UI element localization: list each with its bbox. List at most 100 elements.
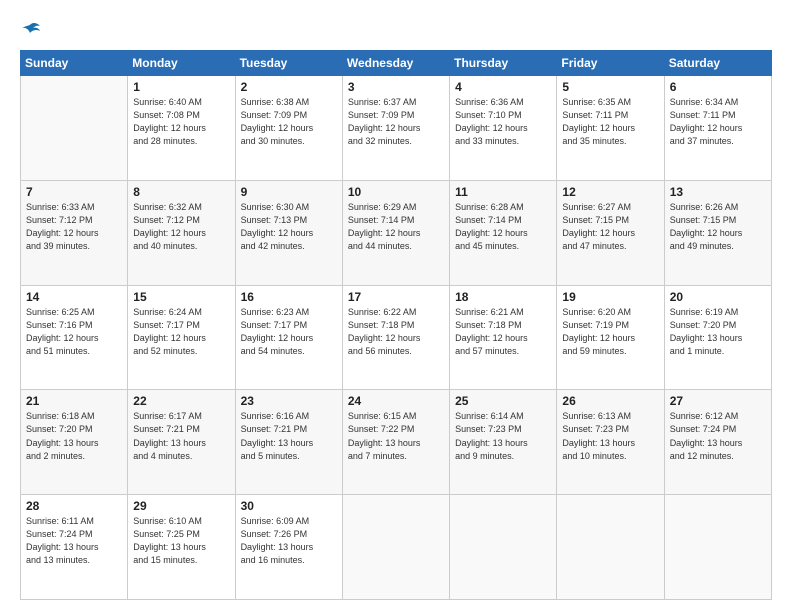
calendar-cell — [342, 495, 449, 600]
calendar-cell — [664, 495, 771, 600]
day-number: 29 — [133, 499, 229, 513]
day-info: Sunrise: 6:22 AM Sunset: 7:18 PM Dayligh… — [348, 306, 444, 358]
calendar-cell: 10 Sunrise: 6:29 AM Sunset: 7:14 PM Dayli… — [342, 180, 449, 285]
day-number: 19 — [562, 290, 658, 304]
calendar-week-4: 21 Sunrise: 6:18 AM Sunset: 7:20 PM Dayli… — [21, 390, 772, 495]
calendar-cell: 11 Sunrise: 6:28 AM Sunset: 7:14 PM Dayli… — [450, 180, 557, 285]
day-number: 27 — [670, 394, 766, 408]
day-number: 25 — [455, 394, 551, 408]
calendar-cell: 9 Sunrise: 6:30 AM Sunset: 7:13 PM Daylig… — [235, 180, 342, 285]
day-number: 21 — [26, 394, 122, 408]
day-info: Sunrise: 6:20 AM Sunset: 7:19 PM Dayligh… — [562, 306, 658, 358]
calendar-cell: 14Sunrise: 6:25 AM Sunset: 7:16 PM Dayli… — [21, 285, 128, 390]
calendar-cell: 12 Sunrise: 6:27 AM Sunset: 7:15 PM Dayli… — [557, 180, 664, 285]
day-info: Sunrise: 6:17 AM Sunset: 7:21 PM Dayligh… — [133, 410, 229, 462]
day-info: Sunrise: 6:16 AM Sunset: 7:21 PM Dayligh… — [241, 410, 337, 462]
day-number: 17 — [348, 290, 444, 304]
day-number: 16 — [241, 290, 337, 304]
day-info: Sunrise: 6:33 AM Sunset: 7:12 PM Dayligh… — [26, 201, 122, 253]
calendar-cell: 24 Sunrise: 6:15 AM Sunset: 7:22 PM Dayli… — [342, 390, 449, 495]
calendar-cell: 7 Sunrise: 6:33 AM Sunset: 7:12 PM Daylig… — [21, 180, 128, 285]
day-number: 8 — [133, 185, 229, 199]
weekday-header-thursday: Thursday — [450, 51, 557, 76]
day-info: Sunrise: 6:10 AM Sunset: 7:25 PM Dayligh… — [133, 515, 229, 567]
day-number: 1 — [133, 80, 229, 94]
calendar-cell: 16 Sunrise: 6:23 AM Sunset: 7:17 PM Dayli… — [235, 285, 342, 390]
day-number: 22 — [133, 394, 229, 408]
day-number: 15 — [133, 290, 229, 304]
day-info: Sunrise: 6:23 AM Sunset: 7:17 PM Dayligh… — [241, 306, 337, 358]
day-info: Sunrise: 6:28 AM Sunset: 7:14 PM Dayligh… — [455, 201, 551, 253]
weekday-header-tuesday: Tuesday — [235, 51, 342, 76]
day-info: Sunrise: 6:18 AM Sunset: 7:20 PM Dayligh… — [26, 410, 122, 462]
day-info: Sunrise: 6:11 AM Sunset: 7:24 PM Dayligh… — [26, 515, 122, 567]
day-number: 20 — [670, 290, 766, 304]
calendar-cell: 28 Sunrise: 6:11 AM Sunset: 7:24 PM Dayli… — [21, 495, 128, 600]
logo — [20, 16, 42, 40]
calendar-cell: 27 Sunrise: 6:12 AM Sunset: 7:24 PM Dayli… — [664, 390, 771, 495]
calendar-cell: 8 Sunrise: 6:32 AM Sunset: 7:12 PM Daylig… — [128, 180, 235, 285]
calendar-cell: 3 Sunrise: 6:37 AM Sunset: 7:09 PM Daylig… — [342, 76, 449, 181]
day-info: Sunrise: 6:38 AM Sunset: 7:09 PM Dayligh… — [241, 96, 337, 148]
day-number: 10 — [348, 185, 444, 199]
calendar-cell: 18 Sunrise: 6:21 AM Sunset: 7:18 PM Dayli… — [450, 285, 557, 390]
calendar-week-3: 14Sunrise: 6:25 AM Sunset: 7:16 PM Dayli… — [21, 285, 772, 390]
logo-bird-icon — [21, 22, 41, 36]
day-info: Sunrise: 6:13 AM Sunset: 7:23 PM Dayligh… — [562, 410, 658, 462]
calendar-cell: 2 Sunrise: 6:38 AM Sunset: 7:09 PM Daylig… — [235, 76, 342, 181]
calendar-cell: 21 Sunrise: 6:18 AM Sunset: 7:20 PM Dayli… — [21, 390, 128, 495]
weekday-header-saturday: Saturday — [664, 51, 771, 76]
calendar-cell: 4Sunrise: 6:36 AM Sunset: 7:10 PM Daylig… — [450, 76, 557, 181]
day-info: Sunrise: 6:29 AM Sunset: 7:14 PM Dayligh… — [348, 201, 444, 253]
day-info: Sunrise: 6:19 AM Sunset: 7:20 PM Dayligh… — [670, 306, 766, 358]
day-info: Sunrise: 6:25 AM Sunset: 7:16 PM Dayligh… — [26, 306, 122, 358]
day-info: Sunrise: 6:09 AM Sunset: 7:26 PM Dayligh… — [241, 515, 337, 567]
day-info: Sunrise: 6:21 AM Sunset: 7:18 PM Dayligh… — [455, 306, 551, 358]
calendar-cell: 19 Sunrise: 6:20 AM Sunset: 7:19 PM Dayli… — [557, 285, 664, 390]
calendar-body: 1 Sunrise: 6:40 AM Sunset: 7:08 PM Daylig… — [21, 76, 772, 600]
calendar-cell: 1 Sunrise: 6:40 AM Sunset: 7:08 PM Daylig… — [128, 76, 235, 181]
weekday-header-wednesday: Wednesday — [342, 51, 449, 76]
day-info: Sunrise: 6:15 AM Sunset: 7:22 PM Dayligh… — [348, 410, 444, 462]
day-info: Sunrise: 6:14 AM Sunset: 7:23 PM Dayligh… — [455, 410, 551, 462]
calendar-week-1: 1 Sunrise: 6:40 AM Sunset: 7:08 PM Daylig… — [21, 76, 772, 181]
day-number: 7 — [26, 185, 122, 199]
day-number: 18 — [455, 290, 551, 304]
day-number: 3 — [348, 80, 444, 94]
calendar-cell: 22 Sunrise: 6:17 AM Sunset: 7:21 PM Dayli… — [128, 390, 235, 495]
calendar-cell: 26 Sunrise: 6:13 AM Sunset: 7:23 PM Dayli… — [557, 390, 664, 495]
calendar-week-2: 7 Sunrise: 6:33 AM Sunset: 7:12 PM Daylig… — [21, 180, 772, 285]
weekday-header-friday: Friday — [557, 51, 664, 76]
calendar-cell: 29 Sunrise: 6:10 AM Sunset: 7:25 PM Dayli… — [128, 495, 235, 600]
day-info: Sunrise: 6:30 AM Sunset: 7:13 PM Dayligh… — [241, 201, 337, 253]
day-info: Sunrise: 6:37 AM Sunset: 7:09 PM Dayligh… — [348, 96, 444, 148]
day-info: Sunrise: 6:24 AM Sunset: 7:17 PM Dayligh… — [133, 306, 229, 358]
day-info: Sunrise: 6:40 AM Sunset: 7:08 PM Dayligh… — [133, 96, 229, 148]
calendar-cell — [21, 76, 128, 181]
day-info: Sunrise: 6:27 AM Sunset: 7:15 PM Dayligh… — [562, 201, 658, 253]
weekday-header-sunday: Sunday — [21, 51, 128, 76]
day-number: 2 — [241, 80, 337, 94]
day-info: Sunrise: 6:32 AM Sunset: 7:12 PM Dayligh… — [133, 201, 229, 253]
header — [20, 16, 772, 40]
calendar-cell: 13Sunrise: 6:26 AM Sunset: 7:15 PM Dayli… — [664, 180, 771, 285]
calendar-cell: 5Sunrise: 6:35 AM Sunset: 7:11 PM Daylig… — [557, 76, 664, 181]
day-number: 23 — [241, 394, 337, 408]
calendar-week-5: 28 Sunrise: 6:11 AM Sunset: 7:24 PM Dayli… — [21, 495, 772, 600]
day-info: Sunrise: 6:12 AM Sunset: 7:24 PM Dayligh… — [670, 410, 766, 462]
day-number: 24 — [348, 394, 444, 408]
day-number: 12 — [562, 185, 658, 199]
day-number: 26 — [562, 394, 658, 408]
day-number: 28 — [26, 499, 122, 513]
day-number: 11 — [455, 185, 551, 199]
calendar-cell — [450, 495, 557, 600]
day-number: 9 — [241, 185, 337, 199]
calendar-cell: 30Sunrise: 6:09 AM Sunset: 7:26 PM Dayli… — [235, 495, 342, 600]
weekday-header-row: SundayMondayTuesdayWednesdayThursdayFrid… — [21, 51, 772, 76]
calendar-cell: 17 Sunrise: 6:22 AM Sunset: 7:18 PM Dayli… — [342, 285, 449, 390]
calendar-cell: 23 Sunrise: 6:16 AM Sunset: 7:21 PM Dayli… — [235, 390, 342, 495]
day-number: 5 — [562, 80, 658, 94]
calendar-cell: 25 Sunrise: 6:14 AM Sunset: 7:23 PM Dayli… — [450, 390, 557, 495]
calendar-cell: 15 Sunrise: 6:24 AM Sunset: 7:17 PM Dayli… — [128, 285, 235, 390]
page: SundayMondayTuesdayWednesdayThursdayFrid… — [0, 0, 792, 612]
